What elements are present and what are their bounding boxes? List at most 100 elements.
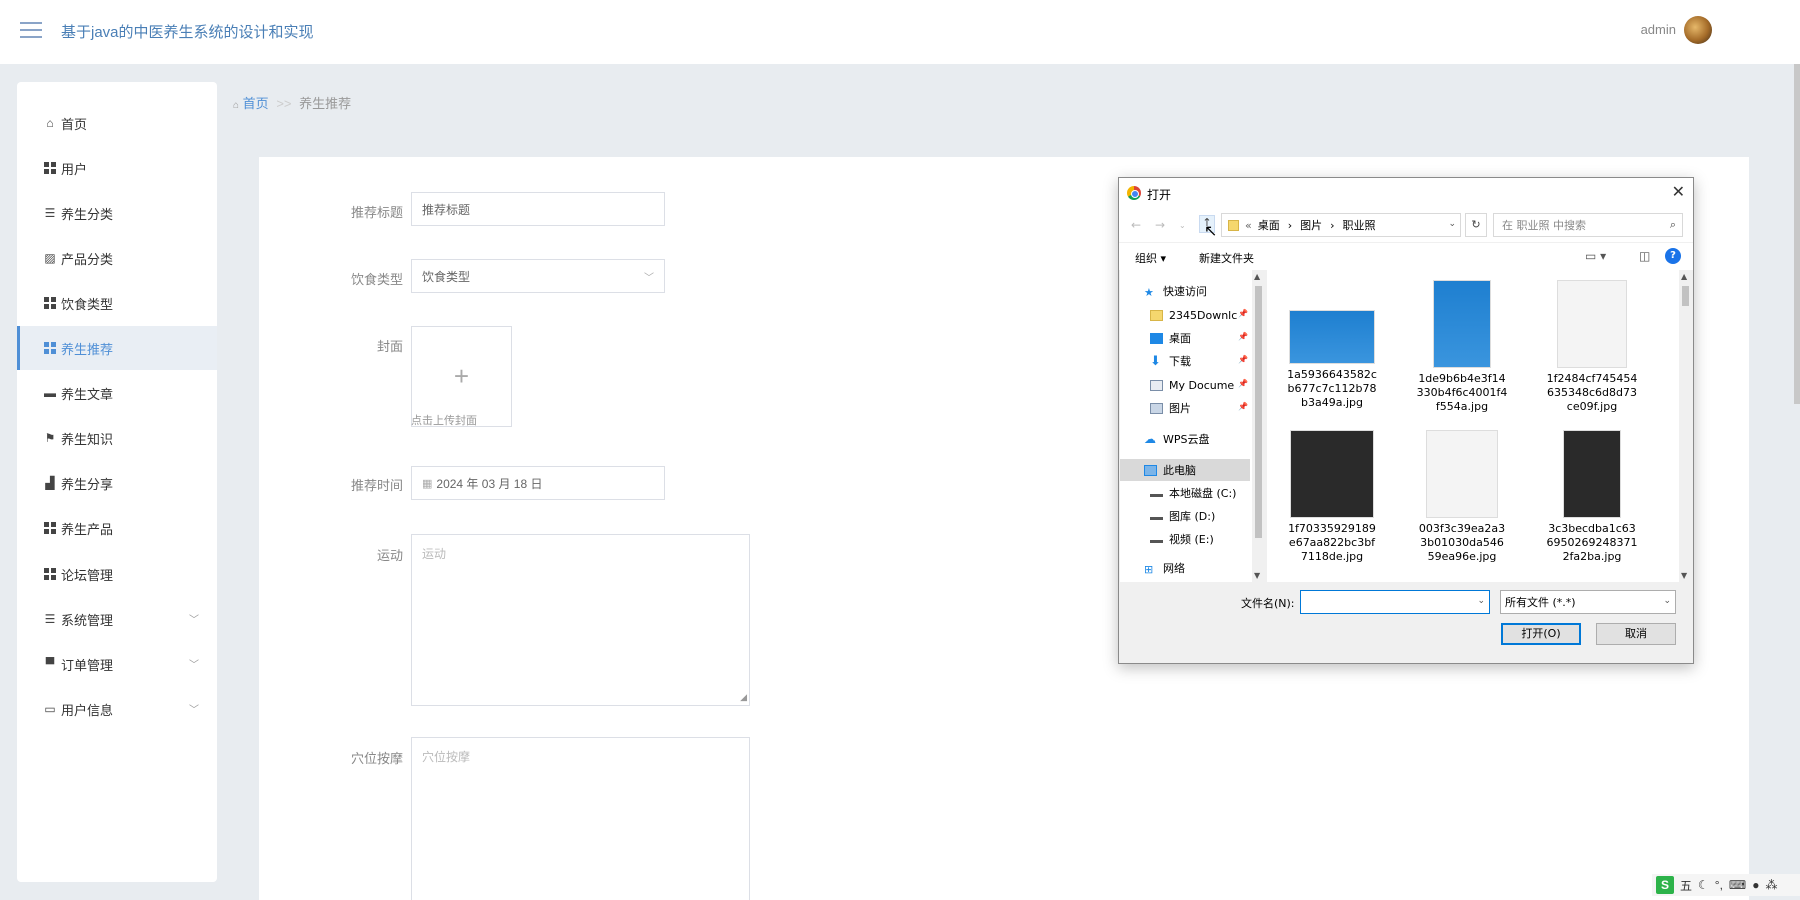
address-separator-icon: › <box>1330 218 1335 232</box>
keyboard-icon[interactable]: ⌨ <box>1729 878 1746 892</box>
image-thumbnail <box>1563 430 1621 518</box>
file-item[interactable]: 3c3becdba1c63 6950269248371 2fa2ba.jpg <box>1537 430 1647 564</box>
close-icon[interactable]: ✕ <box>1672 182 1685 201</box>
chart-icon: ▨ <box>44 251 56 265</box>
acupoint-textarea[interactable]: 穴位按摩 <box>411 737 750 900</box>
tree-item-desktop[interactable]: 桌面 📌 <box>1120 327 1250 349</box>
file-item[interactable]: 1a5936643582c b677c7c112b78 b3a49a.jpg <box>1277 280 1387 410</box>
grid-icon[interactable]: ⁂ <box>1766 878 1778 892</box>
sidebar-item-diet-type[interactable]: 饮食类型 <box>17 281 217 325</box>
address-crumb-pictures[interactable]: 图片 <box>1300 217 1322 233</box>
filename-input[interactable]: ⌄ <box>1300 590 1490 614</box>
moon-icon[interactable]: ☾ <box>1698 878 1709 892</box>
folder-icon <box>1150 309 1163 321</box>
tree-item-download[interactable]: ⬇ 下载 📌 <box>1120 350 1250 372</box>
new-folder-button[interactable]: 新建文件夹 <box>1199 250 1254 266</box>
view-options-icon[interactable]: ▭ ▾ <box>1585 249 1606 263</box>
sidebar-item-user-info[interactable]: ▭ 用户信息 ﹀ <box>17 687 217 731</box>
cover-upload-hint: 点击上传封面 <box>411 415 477 427</box>
grid-icon <box>43 296 57 310</box>
breadcrumb-home-link[interactable]: 首页 <box>243 96 269 111</box>
address-crumb-desktop[interactable]: 桌面 <box>1258 217 1280 233</box>
ime-mode[interactable]: 五 <box>1680 877 1692 894</box>
sogou-ime-logo[interactable]: S <box>1656 876 1674 894</box>
tree-item-this-pc[interactable]: 此电脑 <box>1120 459 1250 481</box>
page-scrollbar[interactable] <box>1794 64 1800 404</box>
recent-dropdown-icon[interactable]: ⌄ <box>1179 221 1186 230</box>
resize-handle-icon[interactable]: ◢ <box>740 692 747 703</box>
refresh-icon[interactable]: ↻ <box>1465 213 1487 237</box>
file-item[interactable]: 1f70335929189 e67aa822bc3bf 7118de.jpg <box>1277 430 1387 564</box>
sidebar-item-orders[interactable]: ▀ 订单管理 ﹀ <box>17 642 217 686</box>
tree-item-network[interactable]: ⊞ 网络 <box>1120 557 1250 579</box>
admin-username[interactable]: admin <box>1641 22 1676 37</box>
tree-item-quick-access[interactable]: ★ 快速访问 <box>1120 280 1250 302</box>
network-icon: ⊞ <box>1144 562 1154 576</box>
pin-icon: 📌 <box>1238 355 1248 364</box>
scroll-down-icon[interactable]: ▼ <box>1254 571 1260 580</box>
back-arrow-icon[interactable]: ← <box>1131 218 1141 232</box>
sidebar-item-health-article[interactable]: ▬ 养生文章 <box>17 371 217 415</box>
tree-item-downloads-folder[interactable]: 2345Downlc 📌 <box>1120 304 1250 326</box>
sidebar-item-users[interactable]: 用户 <box>17 146 217 190</box>
folder-search-input[interactable]: 在 职业照 中搜索 ⌕ <box>1493 213 1683 237</box>
sport-textarea[interactable]: 运动 ◢ <box>411 534 750 706</box>
tree-item-my-documents[interactable]: My Docume 📌 <box>1120 374 1250 396</box>
drive-icon <box>1150 512 1163 520</box>
sidebar-item-health-share[interactable]: ▟ 养生分享 <box>17 461 217 505</box>
desktop-icon <box>1150 332 1163 344</box>
home-icon: ⌂ <box>46 116 54 130</box>
punctuation-icon[interactable]: °, <box>1715 878 1723 892</box>
preview-pane-icon[interactable]: ◫ <box>1639 249 1650 263</box>
user-icon[interactable]: ● <box>1752 878 1759 892</box>
sidebar-item-system[interactable]: ☰ 系统管理 ﹀ <box>17 597 217 641</box>
sidebar-item-forum[interactable]: 论坛管理 <box>17 552 217 596</box>
tree-item-drive-c[interactable]: 本地磁盘 (C:) <box>1120 482 1250 504</box>
address-bar[interactable]: « 桌面 › 图片 › 职业照 ⌄ <box>1221 213 1461 237</box>
sidebar-item-health-product[interactable]: 养生产品 <box>17 506 217 550</box>
file-name-line: 1a5936643582c <box>1287 368 1377 381</box>
file-item[interactable]: 003f3c39ea2a3 3b01030da546 59ea96e.jpg <box>1407 430 1517 564</box>
help-icon[interactable]: ? <box>1665 248 1681 264</box>
file-name-line: 7118de.jpg <box>1300 550 1364 563</box>
file-name-line: b677c7c112b78 <box>1287 382 1377 395</box>
file-item[interactable]: 1de9b6b4e3f14 330b4f6c4001f4 f554a.jpg <box>1407 280 1517 414</box>
file-type-select[interactable]: 所有文件 (*.*) ⌄ <box>1500 590 1676 614</box>
cancel-button[interactable]: 取消 <box>1596 623 1676 645</box>
file-item[interactable]: 1f2484cf745454 635348c6d8d73 ce09f.jpg <box>1537 280 1647 414</box>
file-name-line: 1f2484cf745454 <box>1546 372 1638 385</box>
chevron-down-icon[interactable]: ⌄ <box>1448 219 1456 229</box>
dialog-titlebar[interactable]: 打开 ✕ <box>1119 178 1693 208</box>
tree-item-wps-cloud[interactable]: ☁ WPS云盘 <box>1120 428 1250 450</box>
chevron-down-icon[interactable]: ⌄ <box>1477 596 1485 606</box>
organize-menu[interactable]: 组织 ▾ <box>1135 250 1166 266</box>
scroll-up-icon[interactable]: ▲ <box>1254 272 1260 281</box>
file-list-scrollbar-thumb[interactable] <box>1682 286 1689 306</box>
address-crumb-folder[interactable]: 职业照 <box>1343 217 1376 233</box>
sidebar-item-health-knowledge[interactable]: ⚑ 养生知识 <box>17 416 217 460</box>
open-button[interactable]: 打开(O) <box>1501 623 1581 645</box>
chrome-icon <box>1127 186 1141 200</box>
sidebar-item-product-category[interactable]: ▨ 产品分类 <box>17 236 217 280</box>
forward-arrow-icon[interactable]: → <box>1155 218 1165 232</box>
scroll-down-icon[interactable]: ▼ <box>1681 571 1687 580</box>
file-list-scrollbar[interactable]: ▲ ▼ <box>1679 270 1692 582</box>
tree-item-drive-d[interactable]: 图库 (D:) <box>1120 505 1250 527</box>
tree-scrollbar-thumb[interactable] <box>1255 286 1262 538</box>
menu-toggle-icon[interactable] <box>20 22 42 40</box>
sidebar-item-health-recommend[interactable]: 养生推荐 <box>17 326 217 370</box>
pin-icon: 📌 <box>1238 332 1248 341</box>
sidebar-item-health-category[interactable]: ☰ 养生分类 <box>17 191 217 235</box>
tree-scrollbar[interactable]: ▲ ▼ <box>1252 270 1265 582</box>
file-name-line: 1de9b6b4e3f14 <box>1418 372 1506 385</box>
avatar[interactable] <box>1684 16 1712 44</box>
calendar-icon: ▦ <box>422 477 433 490</box>
tree-item-drive-e[interactable]: 视频 (E:) <box>1120 528 1250 550</box>
ime-toolbar: S 五 ☾ °, ⌨ ● ⁂ <box>1652 874 1800 896</box>
sidebar-item-home[interactable]: ⌂ 首页 <box>17 101 217 145</box>
tree-item-pictures[interactable]: 图片 📌 <box>1120 397 1250 419</box>
title-input[interactable]: 推荐标题 <box>411 192 665 226</box>
scroll-up-icon[interactable]: ▲ <box>1681 272 1687 281</box>
diet-type-select[interactable]: 饮食类型 ﹀ <box>411 259 665 293</box>
date-picker-input[interactable]: ▦ 2024 年 03 月 18 日 <box>411 466 665 500</box>
